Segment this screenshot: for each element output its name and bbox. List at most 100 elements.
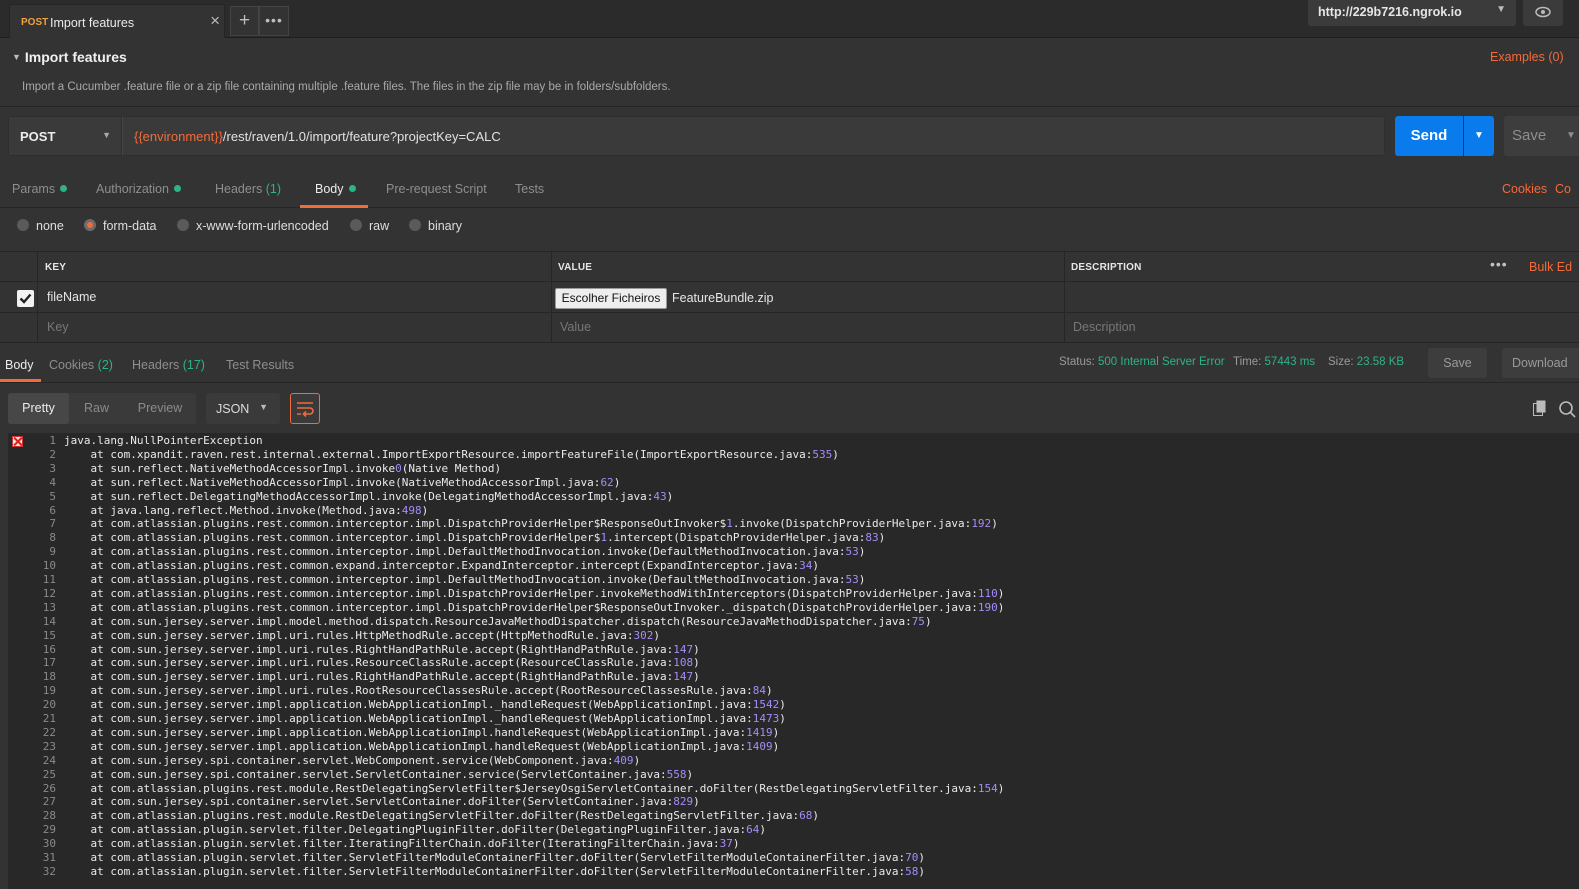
description-input[interactable]: Description (1073, 320, 1136, 334)
view-preview[interactable]: Preview (124, 393, 196, 424)
request-name[interactable]: ▼ Import features (12, 49, 127, 65)
line-text: at com.atlassian.plugin.servlet.filter.D… (64, 823, 766, 837)
code-line: 1 java.lang.NullPointerException (8, 434, 1579, 448)
response-tab-headers[interactable]: Headers (17) (132, 358, 205, 372)
code-line: 14 at com.sun.jersey.server.impl.model.m… (8, 615, 1579, 629)
view-mode-segmented: Pretty Raw Preview (8, 393, 196, 424)
cookies-link[interactable]: Cookies (1502, 182, 1547, 196)
code-line: 27 at com.sun.jersey.spi.container.servl… (8, 795, 1579, 809)
code-line: 16 at com.sun.jersey.server.impl.uri.rul… (8, 643, 1579, 657)
send-options-button[interactable]: ▼ (1464, 116, 1494, 156)
line-number: 21 (42, 712, 56, 725)
save-label: Save (1512, 127, 1547, 144)
eye-icon[interactable] (1523, 0, 1563, 26)
copy-icon[interactable] (1533, 400, 1547, 416)
method-select[interactable]: POST ▼ (8, 116, 122, 156)
save-button[interactable]: Save ▼ (1504, 116, 1579, 156)
status-info: Status: 500 Internal Server Error (1059, 356, 1225, 368)
code-line: 21 at com.sun.jersey.server.impl.applica… (8, 712, 1579, 726)
line-text: at com.sun.jersey.server.impl.uri.rules.… (64, 656, 700, 670)
line-number: 15 (42, 628, 56, 642)
format-select[interactable]: JSON ▼ (206, 393, 280, 424)
url-variable: {{environment}} (134, 129, 223, 144)
line-number: 2 (49, 447, 56, 461)
url-input[interactable]: {{environment}}/rest/raven/1.0/import/fe… (122, 116, 1385, 156)
line-number: 8 (49, 531, 56, 545)
response-tab-test-results[interactable]: Test Results (226, 358, 294, 372)
code-line: 7 at com.atlassian.plugins.rest.common.i… (8, 517, 1579, 531)
code-line: 28 at com.atlassian.plugins.rest.module.… (8, 809, 1579, 823)
line-number: 6 (49, 503, 56, 517)
line-number: 1 (49, 434, 56, 447)
response-tab-cookies[interactable]: Cookies (2) (49, 358, 113, 372)
code-line: 20 at com.sun.jersey.server.impl.applica… (8, 698, 1579, 712)
tab-pre-request-script[interactable]: Pre-request Script (386, 182, 487, 196)
line-text: at com.sun.jersey.server.impl.applicatio… (64, 725, 780, 739)
more-icon[interactable]: ••• (259, 6, 289, 36)
response-body[interactable]: 1 java.lang.NullPointerException 2 at com.… (8, 433, 1579, 889)
save-response-button[interactable]: Save (1428, 348, 1487, 378)
key-input[interactable]: Key (47, 320, 69, 334)
bulk-edit-link[interactable]: Bulk Ed (1529, 260, 1572, 274)
radio-form-data[interactable]: form-data (84, 219, 157, 235)
wrap-lines-icon[interactable] (290, 393, 320, 424)
view-raw[interactable]: Raw (69, 393, 124, 424)
search-icon[interactable] (1558, 400, 1576, 418)
code-line: 24 at com.sun.jersey.spi.container.servl… (8, 754, 1579, 768)
radio-x-www-form-urlencoded[interactable]: x-www-form-urlencoded (177, 219, 329, 235)
radio-icon (350, 219, 362, 231)
tab-headers[interactable]: Headers (1) (215, 182, 281, 196)
line-text: at com.atlassian.plugins.rest.common.int… (64, 573, 866, 586)
code-line: 32 at com.atlassian.plugin.servlet.filte… (8, 865, 1579, 879)
tab-tests[interactable]: Tests (515, 182, 544, 196)
line-text: at com.sun.jersey.server.impl.uri.rules.… (64, 642, 700, 656)
caret-down-icon: ▼ (102, 130, 111, 140)
code-link[interactable]: Co (1555, 182, 1571, 196)
code-line: 19 at com.sun.jersey.server.impl.uri.rul… (8, 684, 1579, 698)
code-line: 31 at com.atlassian.plugin.servlet.filte… (8, 851, 1579, 865)
radio-none[interactable]: none (17, 219, 64, 235)
radio-binary[interactable]: binary (409, 219, 462, 235)
request-description: Import a Cucumber .feature file or a zip… (22, 81, 671, 93)
code-line: 9 at com.atlassian.plugins.rest.common.i… (8, 545, 1579, 559)
value-input[interactable]: Value (560, 320, 591, 334)
code-line: 13 at com.atlassian.plugins.rest.common.… (8, 601, 1579, 615)
collapse-icon[interactable]: ▼ (12, 52, 21, 62)
active-tab-indicator (0, 379, 41, 382)
line-text: at com.sun.jersey.server.impl.applicatio… (64, 698, 786, 712)
size-value: 23.58 KB (1356, 356, 1405, 368)
response-tab-body[interactable]: Body (5, 358, 34, 372)
tab-body[interactable]: Body (315, 182, 356, 196)
plus-icon[interactable]: + (230, 6, 259, 36)
status-dot (60, 185, 68, 192)
more-icon[interactable]: ••• (1490, 256, 1508, 272)
tab-authorization[interactable]: Authorization (96, 182, 181, 196)
checkbox-icon[interactable] (17, 290, 34, 307)
radio-raw[interactable]: raw (350, 219, 389, 235)
environment-select[interactable]: http://229b7216.ngrok.io ▼ (1308, 0, 1516, 26)
size-info: Size: 23.58 KB (1328, 356, 1405, 368)
choose-file-button[interactable]: Escolher Ficheiros (555, 288, 667, 309)
line-number: 24 (42, 753, 56, 767)
send-button[interactable]: Send (1395, 116, 1463, 156)
code-line: 5 at sun.reflect.DelegatingMethodAccesso… (8, 490, 1579, 504)
status-badge: 500 Internal Server Error (1098, 356, 1225, 368)
view-pretty[interactable]: Pretty (8, 393, 69, 424)
line-number: 11 (42, 573, 56, 586)
tab-params[interactable]: Params (12, 182, 68, 196)
line-number: 27 (42, 795, 56, 809)
radio-icon (17, 219, 29, 231)
key-cell[interactable]: fileName (47, 290, 96, 304)
line-number: 31 (42, 851, 56, 864)
column-header-description: DESCRIPTION (1071, 262, 1142, 273)
code-line: 3 at sun.reflect.NativeMethodAccessorImp… (8, 462, 1579, 476)
caret-down-icon: ▼ (259, 402, 268, 412)
examples-link[interactable]: Examples (0) (1490, 50, 1564, 64)
code-line: 12 at com.atlassian.plugins.rest.common.… (8, 587, 1579, 601)
close-icon[interactable]: × (210, 11, 220, 31)
request-tabs: Params Authorization Headers (1) Body Pr… (0, 172, 1579, 208)
line-number: 32 (42, 864, 56, 878)
request-tab[interactable]: POST Import features × (9, 4, 225, 38)
line-text: at com.sun.jersey.spi.container.servlet.… (64, 753, 641, 767)
download-button[interactable]: Download (1502, 348, 1579, 378)
